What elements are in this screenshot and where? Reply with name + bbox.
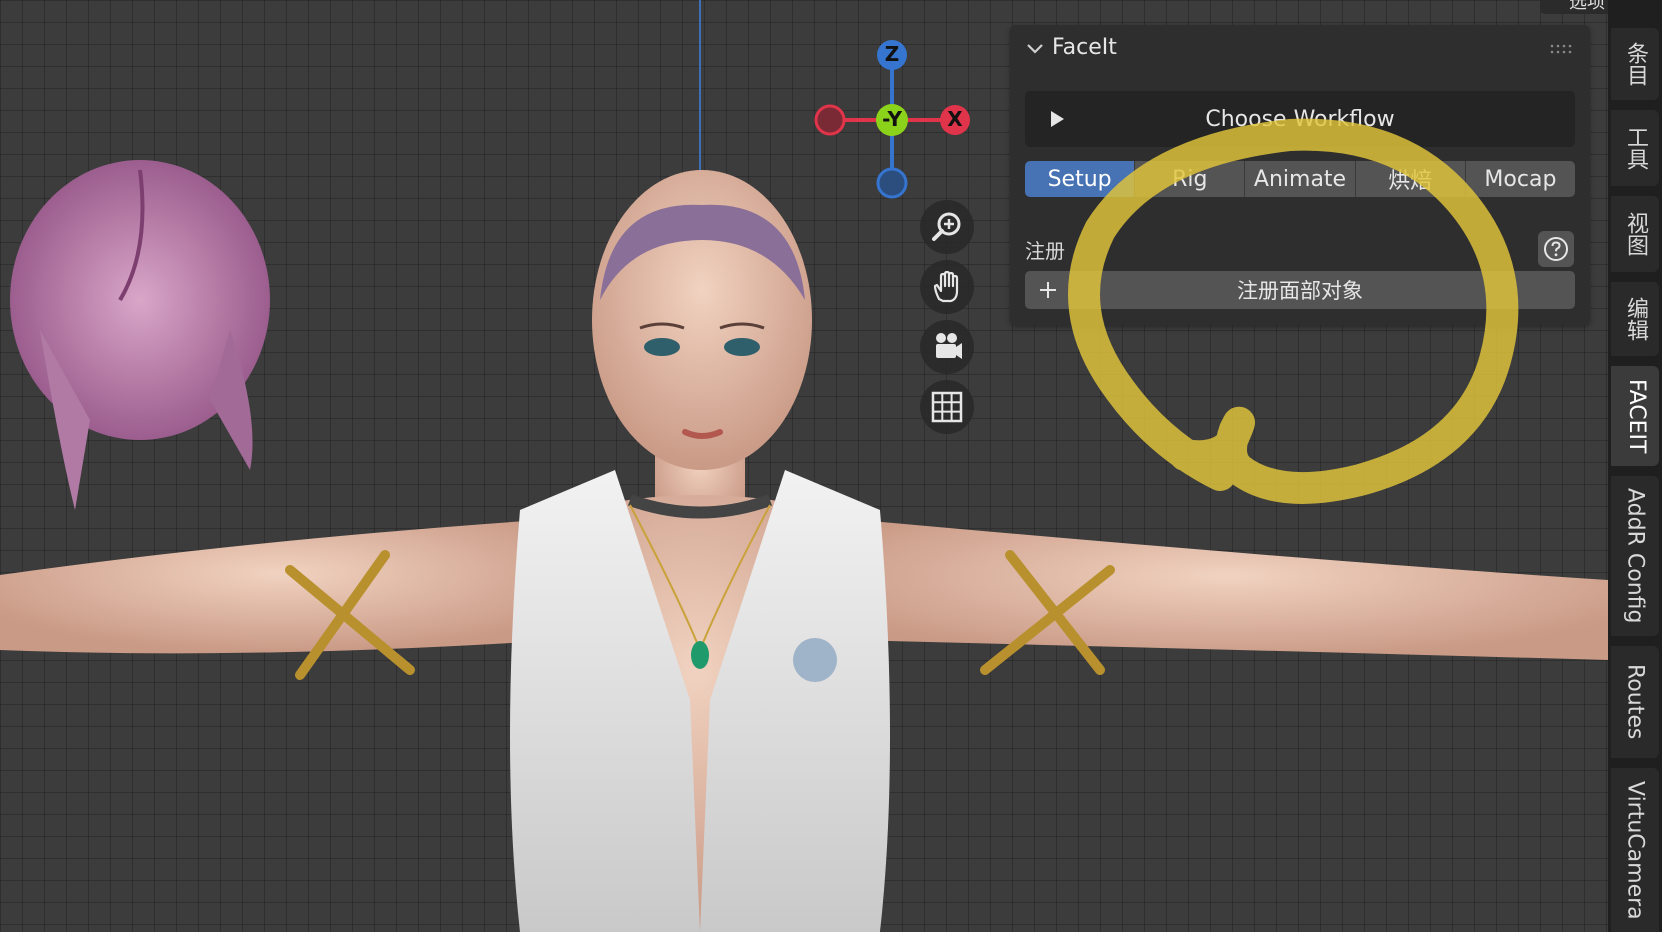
sidebar-tab-routes[interactable]: Routes xyxy=(1611,646,1659,758)
play-icon xyxy=(1051,111,1064,127)
chevron-down-icon[interactable] xyxy=(1024,38,1046,60)
panel-title: FaceIt xyxy=(1052,35,1117,60)
workflow-tabs: Setup Rig Animate 烘焙 Mocap xyxy=(1025,161,1575,197)
tab-animate[interactable]: Animate xyxy=(1245,161,1356,197)
question-icon xyxy=(1544,237,1568,261)
gizmo-z-label: Z xyxy=(884,42,900,66)
register-face-objects-label: 注册面部对象 xyxy=(1237,279,1363,303)
3d-viewport[interactable]: Z -Y X 选项 FaceIt Choose Workflow Setup R… xyxy=(0,0,1608,932)
sidebar-tab-tool[interactable]: 工具 xyxy=(1611,110,1659,186)
register-face-objects-button[interactable]: 注册面部对象 xyxy=(1025,271,1575,309)
options-button[interactable]: 选项 xyxy=(1540,0,1608,14)
sidebar-tab-addr-config[interactable]: AddR Config xyxy=(1611,476,1659,636)
faceit-panel: FaceIt Choose Workflow Setup Rig Animate… xyxy=(1010,25,1590,325)
ortho-toggle-button[interactable] xyxy=(920,380,974,434)
floating-hair-model xyxy=(10,160,270,510)
sidebar-tab-view[interactable]: 视图 xyxy=(1611,196,1659,272)
navigation-gizmo[interactable]: Z -Y X xyxy=(805,35,980,205)
options-label: 选项 xyxy=(1569,0,1605,13)
choose-workflow-button[interactable]: Choose Workflow xyxy=(1025,91,1575,147)
z-axis-line xyxy=(699,0,701,210)
tab-rig[interactable]: Rig xyxy=(1135,161,1246,197)
register-section-label: 注册 xyxy=(1025,239,1065,263)
hand-icon xyxy=(933,270,959,303)
choose-workflow-label: Choose Workflow xyxy=(1205,106,1395,132)
sidebar-tab-item[interactable]: 条目 xyxy=(1611,28,1659,100)
tab-bake[interactable]: 烘焙 xyxy=(1355,161,1466,197)
camera-icon xyxy=(936,333,962,359)
camera-view-button[interactable] xyxy=(920,320,974,374)
zoom-icon xyxy=(932,212,961,241)
zoom-button[interactable] xyxy=(920,200,974,254)
drag-grip-icon[interactable] xyxy=(1550,44,1572,54)
tab-setup[interactable]: Setup xyxy=(1025,161,1136,197)
sidebar-tab-strip: 条目 工具 视图 编辑 FACEIT AddR Config Routes Vi… xyxy=(1608,0,1662,932)
help-button[interactable] xyxy=(1538,231,1574,267)
gizmo-x-label: X xyxy=(947,107,963,131)
tab-mocap[interactable]: Mocap xyxy=(1465,161,1575,197)
panel-header[interactable]: FaceIt xyxy=(1010,25,1590,71)
gizmo-y-label: -Y xyxy=(882,107,902,131)
pan-button[interactable] xyxy=(920,260,974,314)
sidebar-tab-faceit[interactable]: FACEIT xyxy=(1611,366,1659,466)
sidebar-tab-virtucamera[interactable]: VirtuCamera xyxy=(1611,768,1659,932)
plus-icon xyxy=(1040,282,1056,298)
sidebar-tab-edit[interactable]: 编辑 xyxy=(1611,282,1659,356)
grid-icon xyxy=(931,391,963,423)
